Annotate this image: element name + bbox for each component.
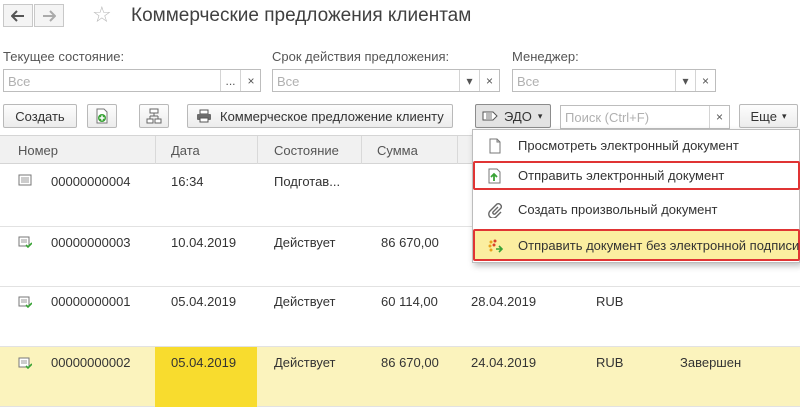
row-number: 00000000002 — [51, 355, 131, 370]
row-sum: 60 114,00 — [381, 294, 438, 309]
row-number: 00000000003 — [51, 235, 131, 250]
document-icon — [489, 138, 501, 154]
create-button[interactable]: Создать — [3, 104, 77, 128]
column-header-state[interactable]: Состояние — [274, 143, 339, 158]
menu-item-label: Отправить электронный документ — [518, 168, 725, 183]
row-state: Действует — [274, 294, 336, 309]
hierarchy-icon — [146, 108, 162, 124]
printer-icon — [197, 109, 211, 123]
document-send-icon — [488, 168, 501, 184]
menu-item-label: Просмотреть электронный документ — [518, 138, 739, 153]
arrow-left-icon — [11, 9, 24, 22]
row-state: Подготав... — [274, 174, 341, 189]
row-date: 05.04.2019 — [171, 294, 237, 309]
back-button[interactable] — [3, 4, 33, 27]
column-divider — [457, 136, 458, 164]
manager-filter-label: Менеджер: — [512, 49, 579, 64]
document-row-icon — [18, 174, 32, 186]
row-valid-until: 24.04.2019 — [471, 355, 537, 370]
paperclip-icon — [488, 203, 502, 218]
manager-filter-field[interactable]: Все ▾ × — [512, 69, 716, 92]
menu-item-create-custom-doc[interactable]: Создать произвольный документ — [473, 196, 800, 224]
column-divider — [361, 136, 362, 164]
search-placeholder: Поиск (Ctrl+F) — [565, 110, 650, 125]
period-filter-placeholder: Все — [277, 74, 300, 89]
state-filter-field[interactable]: Все ... × — [3, 69, 261, 92]
edo-dropdown-menu: Просмотреть электронный документ Отправи… — [472, 129, 800, 263]
copy-button[interactable] — [87, 104, 117, 128]
more-chevron-down-icon: ▾ — [781, 110, 787, 121]
search-input[interactable]: Поиск (Ctrl+F) × — [560, 105, 730, 129]
row-status: Завершен — [680, 355, 742, 370]
document-sent-row-icon — [18, 357, 32, 369]
manager-filter-clear-icon[interactable]: × — [695, 70, 715, 91]
period-filter-clear-icon[interactable]: × — [479, 70, 499, 91]
document-sent-row-icon — [18, 236, 32, 248]
forward-button[interactable] — [34, 4, 64, 27]
period-filter-dropdown-icon[interactable]: ▾ — [459, 70, 479, 91]
menu-item-view-edoc[interactable]: Просмотреть электронный документ — [473, 132, 800, 160]
row-valid-until: 28.04.2019 — [471, 294, 537, 309]
manager-filter-dropdown-icon[interactable]: ▾ — [675, 70, 695, 91]
state-filter-label: Текущее состояние: — [3, 49, 125, 64]
period-filter-field[interactable]: Все ▾ × — [272, 69, 500, 92]
print-commercial-offer-button[interactable]: Коммерческое предложение клиенту — [187, 104, 453, 128]
column-header-sum[interactable]: Сумма — [377, 143, 418, 158]
row-date: 16:34 — [171, 174, 204, 189]
table-row-selected[interactable]: 00000000002 05.04.2019 Действует 86 670,… — [0, 347, 800, 407]
edo-chevron-down-icon: ▾ — [537, 110, 543, 121]
row-currency: RUB — [596, 294, 624, 309]
edo-icon — [482, 111, 498, 121]
column-divider — [155, 136, 156, 164]
row-sum: 86 670,00 — [381, 355, 439, 370]
menu-item-send-without-signature[interactable]: Отправить документ без электронной подпи… — [473, 229, 800, 261]
row-currency: RUB — [596, 355, 624, 370]
favorite-star-icon[interactable]: ☆ — [92, 3, 112, 27]
print-button-label: Коммерческое предложение клиенту — [220, 108, 444, 124]
row-sum: 86 670,00 — [381, 235, 439, 250]
more-button[interactable]: Еще ▾ — [739, 104, 798, 128]
send-unsigned-icon — [488, 239, 503, 253]
document-sent-row-icon — [18, 296, 32, 308]
period-filter-label: Срок действия предложения: — [272, 49, 450, 64]
row-state: Действует — [274, 235, 336, 250]
structure-button[interactable] — [139, 104, 169, 128]
manager-filter-placeholder: Все — [517, 74, 540, 89]
document-add-icon — [96, 108, 108, 124]
arrow-right-icon — [43, 9, 56, 22]
row-number: 00000000004 — [51, 174, 131, 189]
edo-menu-button[interactable]: ЭДО ▾ — [475, 104, 551, 128]
state-filter-placeholder: Все — [8, 74, 31, 89]
table-row[interactable]: 00000000001 05.04.2019 Действует 60 114,… — [0, 287, 800, 347]
row-state: Действует — [274, 355, 336, 370]
menu-item-label: Отправить документ без электронной подпи… — [518, 238, 800, 253]
column-header-date[interactable]: Дата — [171, 143, 200, 158]
row-date: 10.04.2019 — [171, 235, 237, 250]
menu-item-send-edoc[interactable]: Отправить электронный документ — [473, 161, 800, 190]
state-filter-clear-icon[interactable]: × — [240, 70, 261, 91]
page-title: Коммерческие предложения клиентам — [131, 5, 472, 26]
edo-button-label: ЭДО — [504, 108, 532, 124]
column-header-number[interactable]: Номер — [18, 143, 58, 158]
row-number: 00000000001 — [51, 294, 131, 309]
menu-item-label: Создать произвольный документ — [518, 202, 718, 217]
state-filter-choose-button[interactable]: ... — [220, 70, 240, 91]
row-date: 05.04.2019 — [171, 355, 237, 370]
search-clear-icon[interactable]: × — [709, 106, 729, 128]
column-divider — [257, 136, 258, 164]
more-button-label: Еще — [750, 108, 777, 124]
